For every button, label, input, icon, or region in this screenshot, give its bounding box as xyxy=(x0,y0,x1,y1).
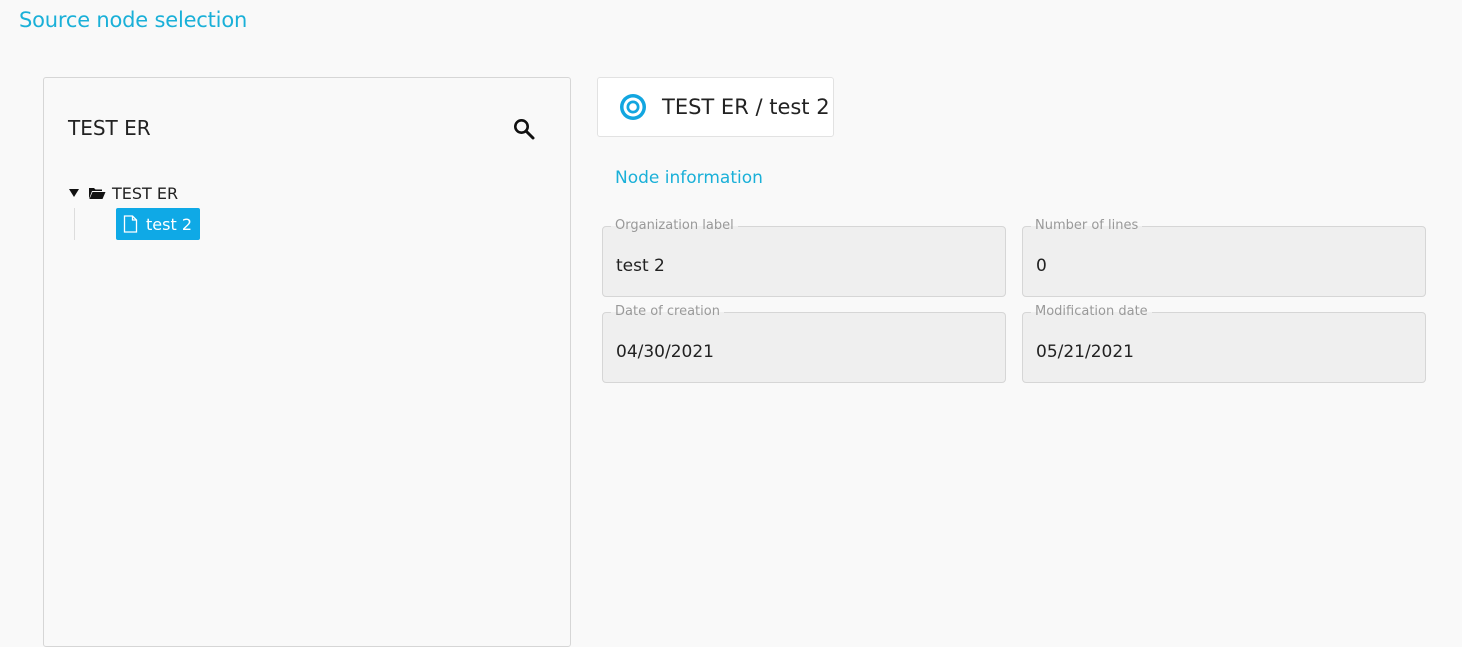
field-label: Date of creation xyxy=(611,303,724,321)
file-icon xyxy=(123,215,138,233)
tree-node-root[interactable]: TEST ER xyxy=(68,182,200,204)
field-label: Organization label xyxy=(611,217,738,235)
tree-header: TEST ER xyxy=(68,116,151,140)
tree-panel: TEST ER TEST ER test 2 xyxy=(43,77,571,647)
page-title: Source node selection xyxy=(19,8,248,32)
organization-label-field[interactable]: Organization label test 2 xyxy=(602,217,1006,297)
field-value: 04/30/2021 xyxy=(616,342,714,362)
tree-children: test 2 xyxy=(74,208,200,240)
radio-target-icon xyxy=(618,92,648,122)
tree-node-label: test 2 xyxy=(146,214,192,234)
search-button[interactable] xyxy=(510,115,538,143)
date-of-creation-field[interactable]: Date of creation 04/30/2021 xyxy=(602,303,1006,383)
tree-node-test-2[interactable]: test 2 xyxy=(116,208,200,240)
selected-node-chip: TEST ER / test 2 xyxy=(597,77,834,137)
section-title: Node information xyxy=(615,168,763,188)
search-icon xyxy=(514,119,535,140)
modification-date-field[interactable]: Modification date 05/21/2021 xyxy=(1022,303,1426,383)
folder-open-icon xyxy=(88,186,106,200)
field-value: 0 xyxy=(1036,256,1047,276)
breadcrumb: TEST ER / test 2 xyxy=(662,95,830,119)
field-value: test 2 xyxy=(616,256,665,276)
tree: TEST ER test 2 xyxy=(68,182,200,240)
field-label: Modification date xyxy=(1031,303,1152,321)
tree-node-label: TEST ER xyxy=(112,183,179,203)
caret-down-icon[interactable] xyxy=(68,186,80,200)
number-of-lines-field[interactable]: Number of lines 0 xyxy=(1022,217,1426,297)
field-value: 05/21/2021 xyxy=(1036,342,1134,362)
field-label: Number of lines xyxy=(1031,217,1143,235)
